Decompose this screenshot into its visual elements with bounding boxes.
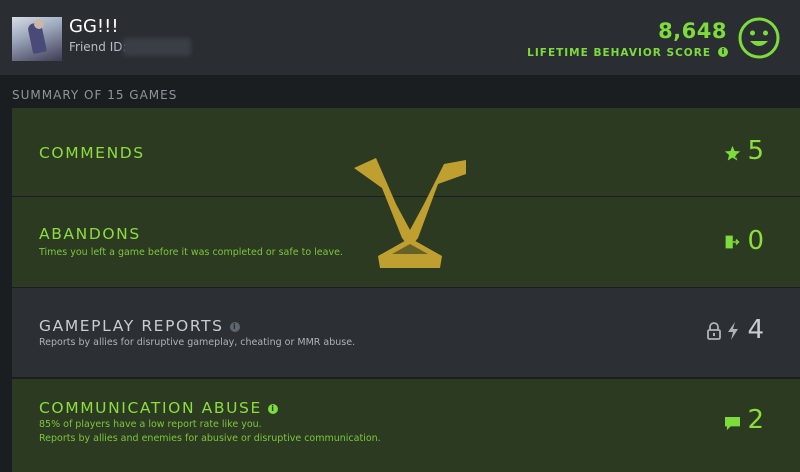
communication-abuse-section: COMMUNICATION ABUSE i 85% of players hav… bbox=[12, 379, 800, 472]
abandons-description: Times you left a game before it was comp… bbox=[39, 247, 343, 258]
communication-abuse-stat: 85% of players have a low report rate li… bbox=[39, 419, 262, 430]
communication-abuse-title: COMMUNICATION ABUSE i bbox=[39, 399, 279, 417]
summary-title: SUMMARY OF 15 GAMES bbox=[12, 88, 178, 102]
gameplay-reports-description: Reports by allies for disruptive gamepla… bbox=[39, 337, 356, 348]
behavior-score: 8,648 bbox=[658, 19, 727, 43]
behavior-score-label: LIFETIME BEHAVIOR SCORE bbox=[527, 47, 711, 59]
abandons-count: 0 bbox=[747, 226, 764, 256]
communication-abuse-description: Reports by allies and enemies for abusiv… bbox=[39, 433, 381, 444]
commends-title: COMMENDS bbox=[39, 144, 145, 162]
overwatch-logo-icon bbox=[354, 158, 466, 268]
info-icon[interactable]: i bbox=[268, 403, 279, 414]
communication-abuse-count: 2 bbox=[747, 405, 764, 435]
gameplay-reports-section: GAMEPLAY REPORTS i Reports by allies for… bbox=[12, 288, 800, 377]
smiley-face-icon bbox=[738, 17, 780, 59]
gameplay-reports-title: GAMEPLAY REPORTS i bbox=[39, 317, 241, 335]
chat-bubble-icon bbox=[725, 416, 740, 431]
friend-id-label: Friend ID: bbox=[69, 40, 127, 54]
gameplay-reports-count: 4 bbox=[747, 315, 764, 345]
commend-star-icon bbox=[724, 145, 741, 161]
avatar[interactable] bbox=[12, 17, 62, 61]
communication-abuse-title-text: COMMUNICATION ABUSE bbox=[39, 399, 262, 417]
gameplay-reports-title-text: GAMEPLAY REPORTS bbox=[39, 317, 224, 335]
commends-count: 5 bbox=[747, 136, 764, 166]
lightning-bolt-icon bbox=[728, 322, 738, 340]
friend-id-redacted bbox=[123, 38, 191, 56]
username: GG!!! bbox=[69, 16, 119, 37]
lock-icon bbox=[707, 322, 721, 340]
profile-header: GG!!! Friend ID: 8,648 LIFETIME BEHAVIOR… bbox=[0, 0, 800, 76]
info-icon[interactable]: i bbox=[230, 321, 241, 332]
abandons-title: ABANDONS bbox=[39, 225, 141, 243]
exit-door-icon bbox=[725, 235, 740, 249]
info-icon[interactable]: i bbox=[718, 47, 728, 57]
